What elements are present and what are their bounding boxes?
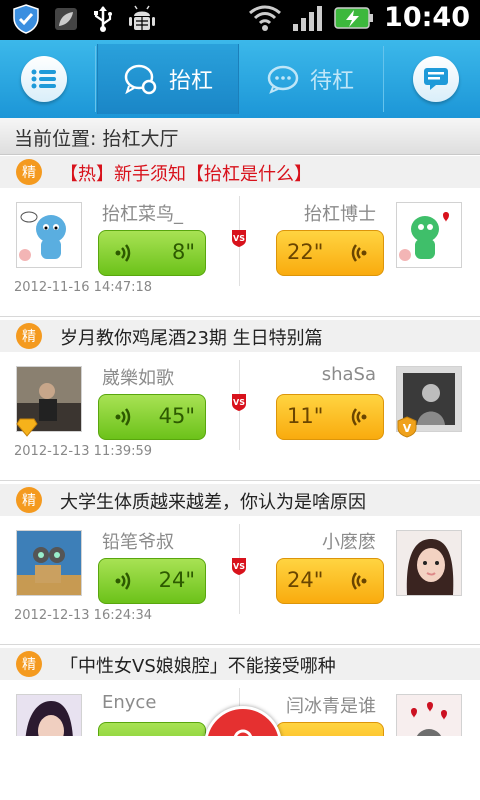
voice-duration: 45"	[158, 404, 195, 428]
topic-header[interactable]: 精 岁月教你鸡尾酒23期 生日特别篇	[0, 320, 480, 352]
vs-icon: VS	[232, 394, 246, 411]
left-username: Enyce	[102, 692, 157, 713]
avatar[interactable]	[16, 530, 82, 596]
chat-dots-icon	[267, 65, 299, 94]
hearts-avatar-icon	[397, 695, 461, 736]
voice-duration: 22"	[287, 240, 324, 264]
featured-badge: 精	[16, 159, 42, 185]
right-voice-bubble[interactable]: 11"	[276, 394, 384, 440]
debate-entry[interactable]: 抬杠菜鸟_ 8" VS 抬杠博士 22" 2012-11-16 14:47:18	[0, 190, 480, 295]
list-icon	[31, 69, 56, 89]
avatar[interactable]	[396, 530, 462, 596]
usb-icon	[94, 6, 112, 32]
blue-mascot-avatar-icon	[17, 203, 81, 267]
left-voice-bubble[interactable]	[98, 722, 206, 736]
right-voice-bubble[interactable]	[276, 722, 384, 736]
right-username: 小麽麽	[322, 532, 376, 553]
avatar[interactable]	[396, 202, 462, 268]
avatar[interactable]	[16, 694, 82, 736]
left-voice-bubble[interactable]: 8"	[98, 230, 206, 276]
svg-text:VS: VS	[233, 398, 245, 407]
shield-icon	[13, 4, 39, 34]
clock: 10:40	[384, 2, 470, 33]
nav-divider	[383, 46, 384, 112]
sound-waves-icon	[115, 244, 131, 262]
post-time: 2012-12-13 16:24:34	[14, 608, 153, 623]
nav-divider	[95, 46, 96, 112]
vs-icon: VS	[232, 230, 246, 247]
topic-header[interactable]: 精 【热】新手须知【抬杠是什么】	[0, 156, 480, 188]
post-time: 2012-12-13 11:39:59	[14, 444, 153, 459]
location-bar: 当前位置: 抬杠大厅	[0, 118, 480, 155]
wifi-icon	[249, 5, 282, 31]
status-bar: 10:40	[0, 0, 480, 40]
divider	[0, 316, 480, 317]
topic-header[interactable]: 精 「中性女VS娘娘腔」不能接受哪种	[0, 648, 480, 680]
tab-taigang[interactable]: 抬杠	[97, 44, 239, 114]
post-time: 2012-11-16 14:47:18	[14, 280, 153, 295]
debate-entry[interactable]: 崴樂如歌 45" VS shaSa 11" V 2012-12-13 11:39…	[0, 354, 480, 459]
sound-waves-icon	[351, 572, 367, 590]
vs-icon: VS	[232, 558, 246, 575]
topic-title: 岁月教你鸡尾酒23期 生日特别篇	[60, 328, 323, 349]
avatar[interactable]	[16, 202, 82, 268]
divider	[0, 644, 480, 645]
topic-title: 大学生体质越来越差，你认为是啥原因	[60, 492, 366, 513]
girl-photo-avatar-icon	[17, 695, 81, 736]
girl-photo-avatar-icon	[397, 531, 461, 595]
android-debug-icon	[129, 5, 155, 30]
sound-waves-icon	[115, 572, 131, 590]
right-username: shaSa	[321, 364, 376, 385]
message-button[interactable]	[406, 40, 466, 118]
left-username: 崴樂如歌	[102, 368, 174, 389]
chat-bubble-icon	[124, 64, 157, 95]
svg-text:V: V	[403, 422, 412, 435]
left-username: 抬杠菜鸟_	[102, 204, 183, 225]
left-voice-bubble[interactable]: 45"	[98, 394, 206, 440]
left-voice-bubble[interactable]: 24"	[98, 558, 206, 604]
voice-duration: 8"	[171, 240, 195, 264]
left-username: 铅笔爷叔	[102, 532, 174, 553]
avatar[interactable]	[396, 694, 462, 736]
featured-badge: 精	[16, 651, 42, 677]
topic-header[interactable]: 精 大学生体质越来越差，你认为是啥原因	[0, 484, 480, 516]
topic-title: 「中性女VS娘娘腔」不能接受哪种	[60, 656, 336, 677]
voice-duration: 24"	[158, 568, 195, 592]
leaf-notification-icon	[55, 8, 77, 30]
signal-icon	[293, 5, 323, 31]
topic-title: 【热】新手须知【抬杠是什么】	[60, 164, 312, 185]
screen-bottom	[0, 736, 480, 800]
right-username: 闫冰青是谁	[286, 696, 376, 717]
tab-label: 待杠	[309, 69, 354, 94]
sound-waves-icon	[115, 408, 131, 426]
featured-badge: 精	[16, 323, 42, 349]
featured-badge: 精	[16, 487, 42, 513]
sound-waves-icon	[351, 244, 367, 262]
svg-text:VS: VS	[233, 562, 245, 571]
location-label: 当前位置: 抬杠大厅	[14, 128, 179, 150]
v-badge-icon: V	[397, 416, 417, 438]
menu-button[interactable]	[14, 40, 74, 118]
diamond-badge-icon	[16, 418, 38, 437]
top-nav-bar: 抬杠 待杠	[0, 40, 480, 118]
tab-label: 抬杠	[168, 69, 213, 94]
battery-charging-icon	[334, 6, 374, 29]
message-icon	[424, 68, 448, 90]
sound-waves-icon	[351, 408, 367, 426]
robot-avatar-icon	[17, 531, 81, 595]
voice-duration: 11"	[287, 404, 324, 428]
green-mascot-avatar-icon	[397, 203, 461, 267]
svg-text:VS: VS	[233, 234, 245, 243]
right-voice-bubble[interactable]: 22"	[276, 230, 384, 276]
divider	[0, 480, 480, 481]
debate-entry[interactable]: 铅笔爷叔 24" VS 小麽麽 24" 2012-12-13 16:24:34	[0, 518, 480, 623]
voice-duration: 24"	[287, 568, 324, 592]
right-voice-bubble[interactable]: 24"	[276, 558, 384, 604]
right-username: 抬杠博士	[304, 204, 376, 225]
tab-daigang[interactable]: 待杠	[240, 44, 380, 114]
